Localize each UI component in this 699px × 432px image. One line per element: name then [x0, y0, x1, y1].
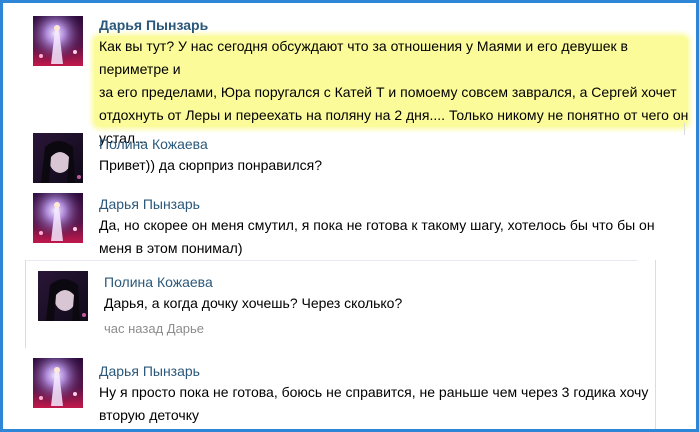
thread-divider — [684, 123, 685, 135]
message-text: Ну я просто пока не готова, боюсь не спр… — [99, 384, 649, 423]
avatar-stage-photo — [33, 16, 83, 66]
message-author[interactable]: Дарья Пынзарь — [99, 17, 208, 33]
reply-block-right-border — [655, 260, 656, 429]
reply-block-top-border — [25, 260, 637, 261]
avatar-portrait-photo — [33, 133, 83, 183]
message-text: Да, но скорее он меня смутил, я пока не … — [99, 217, 655, 256]
avatar-portrait-photo — [38, 271, 88, 321]
conversation-panel: Дарья Пынзарь Как вы тут? У нас сегодня … — [0, 0, 699, 432]
avatar-polina[interactable] — [33, 133, 83, 183]
avatar-stage-photo — [33, 193, 83, 243]
avatar-darya[interactable] — [33, 193, 83, 243]
message-author[interactable]: Полина Кожаева — [99, 136, 208, 152]
message-author[interactable]: Дарья Пынзарь — [99, 363, 200, 379]
reply-block-left-border — [25, 260, 26, 348]
avatar-darya[interactable] — [33, 16, 83, 66]
avatar-darya[interactable] — [33, 358, 83, 408]
message-author[interactable]: Полина Кожаева — [104, 274, 213, 290]
message-text: Привет)) да сюрприз понравился? — [99, 157, 322, 173]
avatar-stage-photo — [33, 358, 83, 408]
message-text: Дарья, а когда дочку хочешь? Через сколь… — [104, 295, 403, 311]
avatar-polina[interactable] — [38, 271, 88, 321]
message-author[interactable]: Дарья Пынзарь — [99, 196, 200, 212]
message-text: Как вы тут? У нас сегодня обсуждают что … — [99, 38, 689, 146]
message-timestamp[interactable]: час назад Дарье — [104, 321, 204, 336]
